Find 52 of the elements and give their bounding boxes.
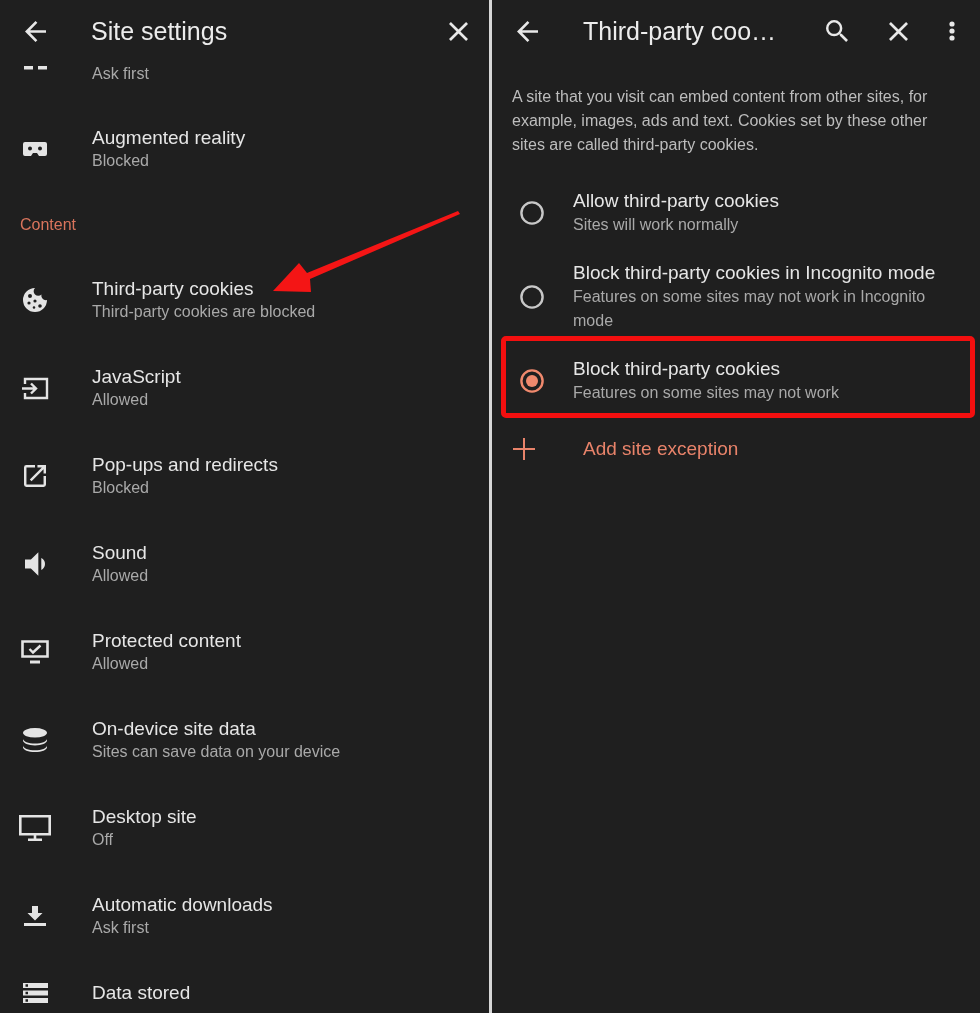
option-description: Sites will work normally — [573, 215, 739, 235]
setting-name[interactable]: Pop-ups and redirects — [92, 453, 278, 477]
back-arrow-icon[interactable] — [517, 20, 538, 42]
monitor-check-icon — [21, 640, 49, 664]
radio-button[interactable] — [520, 201, 544, 225]
plus-icon — [513, 438, 535, 460]
description-text: A site that you visit can embed content from other sites, for example, images, ads and text. Cookies set by these other sites are called third-party cookies. — [512, 87, 929, 155]
cookie-icon — [23, 288, 47, 312]
setting-status: Ask first — [92, 64, 149, 84]
external-link-icon — [24, 465, 46, 487]
page-title: Site settings — [91, 16, 228, 46]
setting-status: Allowed — [92, 654, 149, 674]
arrow-into-box-icon — [21, 376, 49, 400]
option-description: Features on some sites may not work in Incognito mode — [573, 287, 927, 331]
setting-name[interactable]: Desktop site — [92, 805, 197, 829]
option-title: Allow third-party cookies — [573, 189, 779, 213]
setting-name[interactable]: JavaScript — [92, 365, 181, 389]
vr-headset-icon — [23, 142, 47, 156]
setting-status: Blocked — [92, 478, 149, 498]
setting-status: Allowed — [92, 566, 149, 586]
setting-name[interactable]: Sound — [92, 541, 147, 565]
setting-status: Off — [92, 830, 114, 850]
setting-status: Third-party cookies are blocked — [92, 302, 316, 322]
radio-button[interactable] — [520, 369, 544, 393]
close-icon[interactable] — [889, 21, 908, 41]
radio-button[interactable] — [520, 285, 544, 309]
database-icon — [23, 728, 47, 752]
close-icon[interactable] — [449, 21, 468, 41]
page-title: Third-party coo… — [583, 16, 777, 46]
setting-name[interactable]: Protected content — [92, 629, 241, 653]
option-title: Block third-party cookies — [573, 357, 780, 381]
option-description: Features on some sites may not work — [573, 383, 839, 403]
setting-status: Ask first — [92, 918, 149, 938]
download-icon — [24, 906, 46, 926]
option-title: Block third-party cookies in Incognito mode — [573, 261, 936, 285]
speaker-icon — [25, 552, 45, 576]
server-stack-icon — [22, 983, 48, 1003]
setting-status: Sites can save data on your device — [92, 742, 341, 762]
setting-name[interactable]: Third-party cookies — [92, 277, 254, 301]
setting-name[interactable]: On-device site data — [92, 717, 256, 741]
setting-status: Allowed — [92, 390, 149, 410]
section-header: Content — [20, 214, 77, 235]
dashes-icon — [23, 66, 47, 70]
setting-status: Blocked — [92, 151, 149, 171]
back-arrow-icon[interactable] — [25, 20, 46, 42]
more-options-icon[interactable] — [949, 21, 955, 41]
search-icon[interactable] — [826, 20, 848, 42]
monitor-icon — [19, 815, 51, 841]
setting-name[interactable]: Automatic downloads — [92, 893, 273, 917]
setting-name[interactable]: Augmented reality — [92, 126, 246, 150]
add-exception-button[interactable]: Add site exception — [513, 437, 739, 461]
setting-name[interactable]: Data stored — [92, 981, 191, 1005]
